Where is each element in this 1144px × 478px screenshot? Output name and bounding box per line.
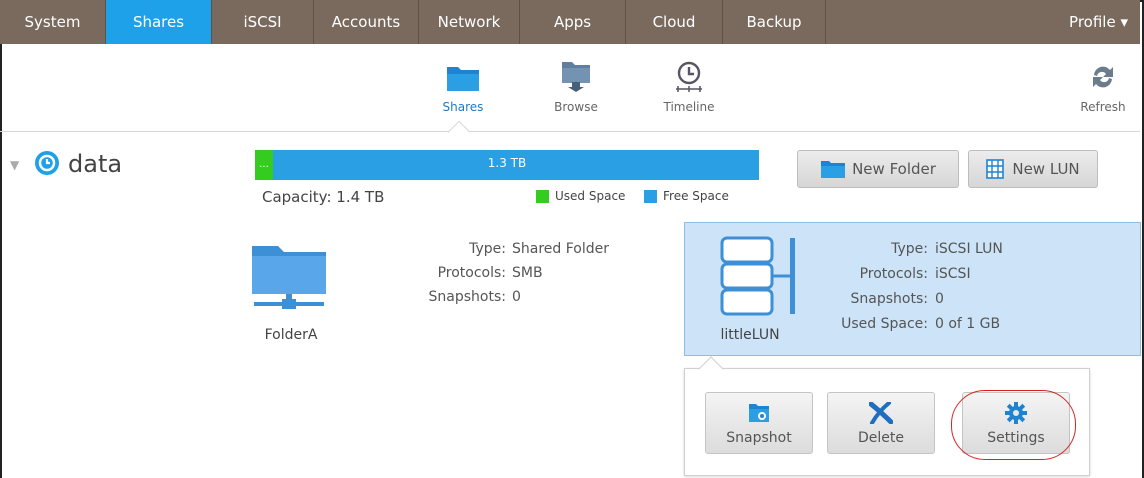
new-lun-icon bbox=[986, 159, 1005, 179]
clock-icon bbox=[649, 58, 729, 92]
folder-protocols-key: Protocols: bbox=[437, 265, 506, 281]
legend-free: Free Space bbox=[644, 189, 729, 203]
browse-icon bbox=[536, 58, 616, 92]
legend-used-label: Used Space bbox=[555, 189, 626, 203]
tab-network[interactable]: Network bbox=[419, 0, 520, 44]
legend-used-swatch bbox=[536, 189, 549, 203]
lun-name: littleLUN bbox=[720, 327, 780, 343]
snapshot-button[interactable]: Snapshot bbox=[705, 392, 813, 454]
folder-snapshots-value: 0 bbox=[512, 289, 521, 305]
refresh-icon bbox=[1068, 58, 1138, 92]
tab-accounts[interactable]: Accounts bbox=[314, 0, 419, 44]
volume-name[interactable]: data bbox=[68, 150, 122, 178]
subnav-browse[interactable]: Browse bbox=[536, 58, 616, 114]
lun-snapshots-value: 0 bbox=[935, 291, 944, 307]
legend-used: Used Space bbox=[536, 189, 625, 203]
subnav-timeline[interactable]: Timeline bbox=[649, 58, 729, 114]
lun-protocols-key: Protocols: bbox=[859, 266, 928, 282]
folder-icon bbox=[423, 58, 503, 92]
shared-folder-icon bbox=[250, 242, 330, 316]
lun-type-value: iSCSI LUN bbox=[935, 241, 1003, 257]
new-folder-button[interactable]: New Folder bbox=[797, 150, 959, 188]
lun-used-value: 0 of 1 GB bbox=[935, 316, 1001, 332]
sub-toolbar: Shares Browse Timeline Refresh bbox=[0, 44, 1140, 132]
snapshot-icon bbox=[748, 400, 770, 426]
lun-protocols-value: iSCSI bbox=[935, 266, 971, 282]
capacity-text: Capacity: 1.4 TB bbox=[262, 188, 385, 206]
profile-menu[interactable]: Profile ▾ bbox=[1000, 0, 1140, 44]
used-space-segment: ... bbox=[255, 150, 273, 180]
capacity-bar: 1.3 TB ... bbox=[255, 150, 759, 180]
tab-cloud[interactable]: Cloud bbox=[626, 0, 723, 44]
snapshot-label: Snapshot bbox=[726, 430, 792, 446]
new-folder-icon bbox=[820, 159, 846, 179]
settings-highlight-circle bbox=[951, 390, 1076, 460]
free-space-value: 1.3 TB bbox=[487, 156, 527, 170]
folder-type-value: Shared Folder bbox=[512, 241, 610, 257]
tab-apps[interactable]: Apps bbox=[520, 0, 626, 44]
refresh-button[interactable]: Refresh bbox=[1068, 58, 1138, 114]
folder-name: FolderA bbox=[264, 327, 318, 343]
legend-free-label: Free Space bbox=[663, 189, 729, 203]
legend-free-swatch bbox=[644, 189, 657, 203]
lun-snapshots-key: Snapshots: bbox=[850, 291, 928, 307]
folder-item[interactable]: FolderA bbox=[246, 242, 336, 352]
delete-x-icon bbox=[869, 400, 893, 426]
delete-button[interactable]: Delete bbox=[827, 392, 935, 454]
lun-used-key: Used Space: bbox=[841, 316, 928, 332]
folder-snapshots-key: Snapshots: bbox=[428, 289, 506, 305]
top-nav: System Shares iSCSI Accounts Network App… bbox=[0, 0, 1140, 44]
new-lun-button[interactable]: New LUN bbox=[968, 150, 1098, 188]
delete-label: Delete bbox=[858, 430, 904, 446]
lun-icon bbox=[720, 236, 800, 324]
collapse-caret-icon[interactable]: ▼ bbox=[10, 158, 19, 172]
subnav-shares[interactable]: Shares bbox=[423, 58, 503, 114]
tab-system[interactable]: System bbox=[0, 0, 106, 44]
lun-type-key: Type: bbox=[891, 241, 928, 257]
folder-protocols-value: SMB bbox=[512, 265, 543, 281]
new-folder-label: New Folder bbox=[852, 160, 936, 178]
tab-iscsi[interactable]: iSCSI bbox=[212, 0, 314, 44]
subnav-shares-label: Shares bbox=[442, 100, 484, 114]
refresh-label: Refresh bbox=[1080, 100, 1126, 114]
volume-icon bbox=[34, 150, 60, 180]
subnav-browse-label: Browse bbox=[554, 100, 598, 114]
subnav-timeline-label: Timeline bbox=[663, 100, 715, 114]
folder-type-key: Type: bbox=[469, 241, 506, 257]
new-lun-label: New LUN bbox=[1012, 160, 1080, 178]
tab-shares[interactable]: Shares bbox=[106, 0, 212, 44]
tab-backup[interactable]: Backup bbox=[723, 0, 826, 44]
